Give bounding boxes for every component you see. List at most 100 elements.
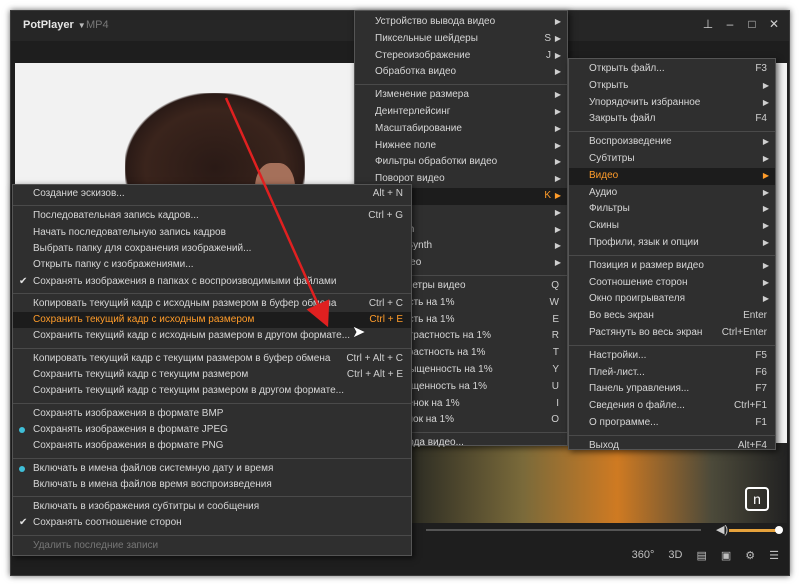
menu-item-shortcut: Ctrl+Enter [721, 327, 767, 338]
menu-item[interactable]: Панель управления... F7 [569, 381, 775, 398]
menu-item[interactable]: Выбрать папку для сохранения изображений… [13, 241, 411, 257]
submenu-arrow-icon: ▶ [554, 123, 561, 133]
menu-item[interactable]: Упорядочить избранное ▶ [569, 95, 775, 112]
subtitles-icon[interactable]: ▤ [696, 549, 706, 562]
volume-slider[interactable] [729, 529, 779, 532]
menu-separator [13, 347, 411, 349]
menu-item[interactable]: Деинтерлейсинг ▶ [355, 104, 567, 121]
seek-bar[interactable] [426, 529, 701, 531]
menu-item[interactable]: Растянуть во весь экран Ctrl+Enter [569, 325, 775, 342]
menu-item[interactable]: Открыть папку с изображениями... [13, 257, 411, 273]
menu-item[interactable]: Плей-лист... F6 [569, 365, 775, 382]
submenu-arrow-icon: ▶ [762, 221, 769, 231]
menu-item-label: Стереоизображение [375, 49, 471, 61]
menu-item[interactable]: Создание эскизов... Alt + N [13, 186, 411, 202]
volume-icon[interactable]: ◀) [716, 523, 728, 536]
menu-item[interactable]: Скины ▶ [569, 218, 775, 235]
menu-separator [13, 496, 411, 498]
menu-item[interactable]: Во весь экран Enter [569, 308, 775, 325]
menu-item-label: Соотношение сторон [589, 276, 688, 288]
menu-item-label: Последовательная запись кадров... [33, 210, 199, 222]
menu-item[interactable]: Стереоизображение J ▶ [355, 48, 567, 65]
menu-item-shortcut: U [551, 380, 559, 392]
menu-item[interactable]: Сохранить текущий кадр с текущим размеро… [13, 383, 411, 399]
submenu-arrow-icon: ▶ [554, 241, 561, 251]
gear-icon[interactable]: ⚙ [745, 549, 755, 562]
chevron-down-icon: ▼ [77, 21, 86, 30]
submenu-arrow-icon: ▶ [554, 174, 561, 184]
menu-item[interactable]: Сведения о файле... Ctrl+F1 [569, 398, 775, 415]
menu-item-label: Аудио [589, 186, 618, 198]
menu-item[interactable]: Сохранять изображения в формате BMP [13, 406, 411, 422]
menu-item[interactable]: Копировать текущий кадр с текущим размер… [13, 351, 411, 367]
menu-item-label: Фильтры [589, 203, 630, 215]
menu-item-label: Включать в имена файлов системную дату и… [33, 462, 274, 474]
menu-separator [13, 402, 411, 404]
3d-button[interactable]: 3D [668, 549, 682, 562]
submenu-arrow-icon: ▶ [554, 207, 561, 217]
menu-item[interactable]: Изменение размера ▶ [355, 87, 567, 104]
menu-item[interactable]: Нижнее поле ▶ [355, 138, 567, 155]
submenu-arrow-icon: ▶ [554, 191, 561, 200]
menu-icon[interactable]: ☰ [769, 549, 779, 562]
menu-item[interactable]: Субтитры ▶ [569, 151, 775, 168]
menu-item[interactable]: Включать в имена файлов время воспроизве… [13, 477, 411, 493]
menu-item[interactable]: Последовательная запись кадров... Ctrl + … [13, 208, 411, 224]
menu-item[interactable]: Фильтры обработки видео ▶ [355, 154, 567, 171]
menu-item[interactable]: Копировать текущий кадр с исходным разме… [13, 296, 411, 312]
menu-item[interactable]: Сохранять изображения в формате PNG [13, 438, 411, 454]
menu-item-label: Сохранять соотношение сторон [33, 517, 182, 529]
menu-item[interactable]: Открыть файл... F3 [569, 61, 775, 78]
menu-item-label: Устройство вывода видео [375, 16, 496, 27]
menu-item[interactable]: Начать последовательную запись кадров [13, 225, 411, 241]
menu-item[interactable]: Воспроизведение ▶ [569, 134, 775, 151]
menu-item[interactable]: Сохранить текущий кадр с текущим размеро… [13, 367, 411, 383]
menu-item-shortcut: F5 [755, 349, 767, 361]
menu-item[interactable]: Сохранять изображения в папках с воспрои… [13, 274, 411, 290]
volume-knob[interactable] [775, 526, 783, 534]
menu-item[interactable]: Аудио ▶ [569, 185, 775, 202]
menu-item[interactable]: Позиция и размер видео ▶ [569, 258, 775, 275]
menu-item-shortcut: Alt+F4 [737, 439, 767, 451]
menu-item-label: Включать в имена файлов время воспроизве… [33, 478, 272, 490]
submenu-arrow-icon: ▶ [762, 187, 769, 197]
playlist-icon[interactable]: ▣ [721, 549, 731, 562]
menu-item-shortcut: F1 [755, 417, 767, 428]
submenu-arrow-icon: ▶ [762, 277, 769, 287]
menu-item[interactable]: Включать в изображения субтитры и сообще… [13, 499, 411, 515]
menu-item[interactable]: Выход Alt+F4 [569, 438, 775, 455]
menu-item[interactable]: Пиксельные шейдеры S ▶ [355, 31, 567, 48]
menu-item[interactable]: Фильтры ▶ [569, 201, 775, 218]
vr-360-button[interactable]: 360° [632, 549, 655, 562]
pin-icon[interactable]: ⊥ [701, 17, 715, 31]
restore-icon[interactable]: □ [745, 17, 759, 31]
menu-item[interactable]: Окно проигрывателя ▶ [569, 291, 775, 308]
menu-item[interactable]: Включать в имена файлов системную дату и… [13, 461, 411, 477]
menu-separator [569, 344, 775, 346]
close-icon[interactable]: ✕ [767, 17, 781, 31]
menu-item[interactable]: Настройки... F5 [569, 348, 775, 365]
menu-item[interactable]: Сохранять соотношение сторон ✔ [13, 515, 411, 531]
menu-item[interactable]: Соотношение сторон ▶ [569, 275, 775, 292]
menu-separator [355, 84, 567, 86]
frame-capture-submenu: Создание эскизов... Alt + N Последовательн… [12, 184, 412, 556]
menu-item-label: Панель управления... [589, 383, 690, 395]
menu-item[interactable]: Видео ▶ [569, 167, 775, 185]
menu-item-shortcut: K [544, 190, 551, 201]
app-menu-button[interactable]: PotPlayer ▼ [23, 19, 86, 31]
menu-item-label: Открыть файл... [589, 63, 665, 74]
menu-item-shortcut: Ctrl + E [369, 314, 403, 326]
menu-item[interactable]: Сохранять изображения в формате JPEG [13, 422, 411, 438]
minimize-icon[interactable]: – [723, 17, 737, 31]
menu-item[interactable]: Открыть ▶ [569, 78, 775, 95]
menu-item[interactable]: Устройство вывода видео ▶ [355, 14, 567, 31]
menu-item[interactable]: Профили, язык и опции ▶ [569, 235, 775, 252]
menu-item[interactable]: Масштабирование ▶ [355, 121, 567, 138]
menu-item-label: Сохранять изображения в формате JPEG [33, 423, 228, 435]
menu-item-shortcut: Ctrl + Alt + E [346, 369, 403, 380]
menu-item[interactable]: Закрыть файл F4 [569, 111, 775, 128]
menu-item[interactable]: О программе... F1 [569, 415, 775, 432]
menu-item[interactable]: Обработка видео ▶ [355, 64, 567, 81]
main-context-menu: Открыть файл... F3 Открыть ▶ Упорядочить изб… [568, 58, 776, 451]
menu-item-label: Масштабирование [375, 122, 462, 134]
